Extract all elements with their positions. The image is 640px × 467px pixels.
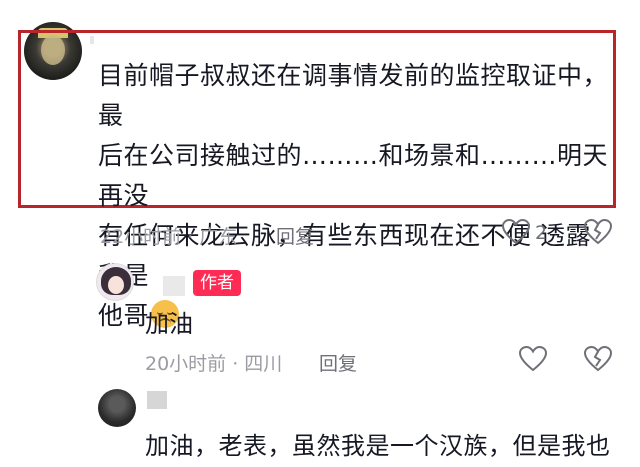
comment-2-avatar[interactable]: [96, 263, 134, 301]
comment-1-reply-button[interactable]: 回复: [276, 222, 314, 249]
broken-heart-icon: [584, 219, 612, 245]
comment-1-line-1: 目前帽子叔叔还在调事情发前的监控取证中，最: [98, 61, 609, 130]
comment-2-reply-button[interactable]: 回复: [319, 349, 357, 376]
broken-heart-icon: [584, 346, 612, 372]
heart-outline-icon: [519, 346, 547, 372]
comment-2-dislike-button[interactable]: [584, 346, 612, 372]
comment-1-time-location: 22小时前 · 广东: [100, 226, 238, 248]
heart-outline-icon: [502, 219, 530, 245]
comment-3-text: 加油，老表，虽然我是一个汉族，但是我也: [145, 432, 611, 460]
comment-3-username-blurred[interactable]: [147, 391, 167, 409]
comment-3-avatar[interactable]: [98, 389, 136, 427]
comment-2-time-location: 20小时前 · 四川: [145, 353, 283, 375]
comment-1-line-2: 后在公司接触过的………和场景和………明天再没: [98, 141, 609, 210]
comment-2-like-button[interactable]: [519, 346, 547, 372]
comment-1-dislike-button[interactable]: [584, 219, 612, 245]
comment-2-text: 加油: [145, 310, 193, 338]
author-tag-badge: 作者: [193, 270, 241, 296]
comment-1-like-button[interactable]: [502, 219, 530, 245]
comment-1-like-count: 2: [535, 222, 548, 244]
comment-2-username-blurred[interactable]: [163, 276, 185, 296]
